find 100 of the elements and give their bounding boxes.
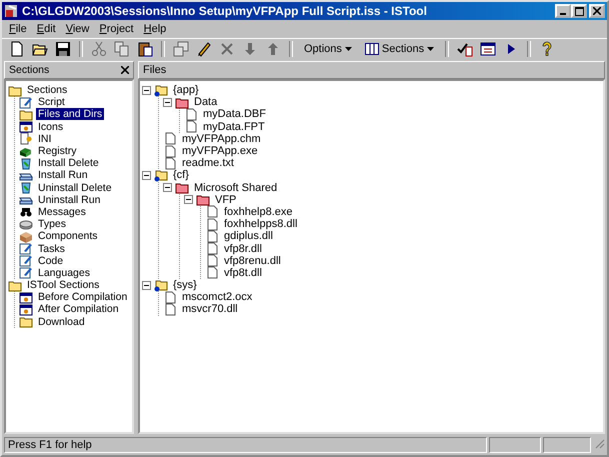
app-icon xyxy=(4,4,18,18)
new-file-icon xyxy=(9,41,25,57)
folder-name[interactable]: {cf} xyxy=(171,169,191,182)
file-name[interactable]: myData.FPT xyxy=(201,120,267,133)
window-icon xyxy=(19,120,33,134)
pencil-icon xyxy=(19,266,33,280)
panel-title: Files xyxy=(143,64,166,76)
save-icon xyxy=(55,41,71,57)
file-name[interactable]: myVFPApp.chm xyxy=(180,132,263,145)
collapse-button[interactable] xyxy=(142,170,151,180)
window-title: C:\GLGDW2003\Sessions\Inno Setup\myVFPApp Full Script.iss - ISTool xyxy=(22,4,428,18)
pencil-icon xyxy=(19,254,33,268)
menu-item[interactable]: Project xyxy=(94,23,139,35)
document-icon xyxy=(205,205,219,218)
status-pane xyxy=(543,437,591,453)
menu-item[interactable]: View xyxy=(60,23,94,35)
section-item[interactable]: Languages xyxy=(36,266,92,279)
collapse-button[interactable] xyxy=(142,280,151,290)
document-icon xyxy=(163,290,177,304)
section-item[interactable]: Files and Dirs xyxy=(36,108,104,120)
properties-icon xyxy=(173,41,189,57)
folder-icon xyxy=(19,315,33,328)
folder-name[interactable]: Data xyxy=(192,96,220,108)
pencil-icon xyxy=(19,242,33,256)
folder-icon xyxy=(196,193,210,206)
dropdown-button[interactable]: Sections xyxy=(358,39,440,59)
folder-icon xyxy=(175,181,189,194)
status-pane xyxy=(489,437,541,453)
document-icon xyxy=(205,218,219,231)
document-icon xyxy=(163,132,177,146)
folder-icon xyxy=(154,278,168,292)
folder-name[interactable]: {sys} xyxy=(171,279,199,292)
disk-icon xyxy=(19,218,33,231)
section-item[interactable]: Install Delete xyxy=(36,157,101,170)
close-icon xyxy=(593,7,601,15)
section-item[interactable]: Registry xyxy=(36,145,79,158)
menu-item[interactable]: Help xyxy=(138,23,172,35)
copy-icon xyxy=(114,41,130,57)
file-name[interactable]: msvcr70.dll xyxy=(180,303,240,316)
collapse-button[interactable] xyxy=(163,98,172,107)
close-icon[interactable] xyxy=(121,66,129,74)
file-name[interactable]: vfp8r.dll xyxy=(222,242,264,255)
checklist-icon xyxy=(457,41,474,57)
window-icon xyxy=(19,302,33,316)
document-icon xyxy=(184,120,198,134)
section-item[interactable]: Uninstall Run xyxy=(36,194,102,206)
file-name[interactable]: foxhhelpps8.dll xyxy=(222,218,300,230)
section-item[interactable]: INI xyxy=(36,132,54,145)
menu-item[interactable]: Edit xyxy=(32,23,61,35)
file-name[interactable]: myVFPApp.exe xyxy=(180,145,260,158)
file-name[interactable]: mscomct2.ocx xyxy=(180,291,254,304)
section-item[interactable]: Icons xyxy=(36,120,66,133)
folder-name[interactable]: {app} xyxy=(171,84,201,96)
scissors-icon xyxy=(91,41,107,57)
resize-grip-icon[interactable] xyxy=(593,437,605,449)
bin-icon xyxy=(19,156,33,170)
close-button[interactable] xyxy=(589,4,605,18)
section-item[interactable]: ISTool Sections xyxy=(25,279,102,292)
minimize-button[interactable] xyxy=(555,4,571,18)
file-name[interactable]: vfp8t.dll xyxy=(222,266,264,279)
section-item[interactable]: Uninstall Delete xyxy=(36,182,114,194)
section-item[interactable]: Tasks xyxy=(36,242,67,255)
file-name[interactable]: vfp8renu.dll xyxy=(222,254,283,267)
binoculars-icon xyxy=(19,205,33,218)
page-icon xyxy=(19,132,33,146)
caret-icon xyxy=(427,47,434,51)
collapse-button[interactable] xyxy=(163,183,172,192)
section-item[interactable]: Code xyxy=(36,254,66,267)
maximize-button[interactable] xyxy=(571,4,587,18)
file-name[interactable]: myData.DBF xyxy=(201,108,268,120)
collapse-button[interactable] xyxy=(142,86,151,95)
menu-item[interactable]: File xyxy=(4,23,32,35)
section-item[interactable]: Download xyxy=(36,316,87,328)
folder-name[interactable]: VFP xyxy=(213,194,238,206)
section-item[interactable]: Install Run xyxy=(36,169,90,182)
document-icon xyxy=(205,266,219,280)
caret-icon xyxy=(344,47,352,51)
window-icon xyxy=(480,41,496,57)
delete-icon xyxy=(219,41,235,57)
folder-icon xyxy=(8,278,22,292)
folder-name[interactable]: Microsoft Shared xyxy=(192,182,280,194)
section-item[interactable]: Messages xyxy=(36,206,88,218)
folder-icon xyxy=(19,108,33,121)
section-item[interactable]: Types xyxy=(36,218,68,230)
dropdown-button[interactable]: Options xyxy=(298,39,358,59)
file-name[interactable]: foxhhelp8.exe xyxy=(222,206,294,218)
pencil-icon xyxy=(19,96,33,109)
section-item[interactable]: Script xyxy=(36,96,67,108)
file-name[interactable]: gdiplus.dll xyxy=(222,230,275,242)
section-item[interactable]: Before Compilation xyxy=(36,291,130,304)
status-text: Press F1 for help xyxy=(8,439,92,451)
section-item[interactable]: After Compilation xyxy=(36,303,121,316)
maximize-icon xyxy=(574,6,584,16)
file-name[interactable]: readme.txt xyxy=(180,157,236,170)
section-item[interactable]: Sections xyxy=(25,84,70,96)
folder-icon xyxy=(8,84,22,97)
paste-icon xyxy=(137,41,153,57)
collapse-button[interactable] xyxy=(184,195,193,204)
bin-icon xyxy=(19,181,33,194)
section-item[interactable]: Components xyxy=(36,230,100,242)
